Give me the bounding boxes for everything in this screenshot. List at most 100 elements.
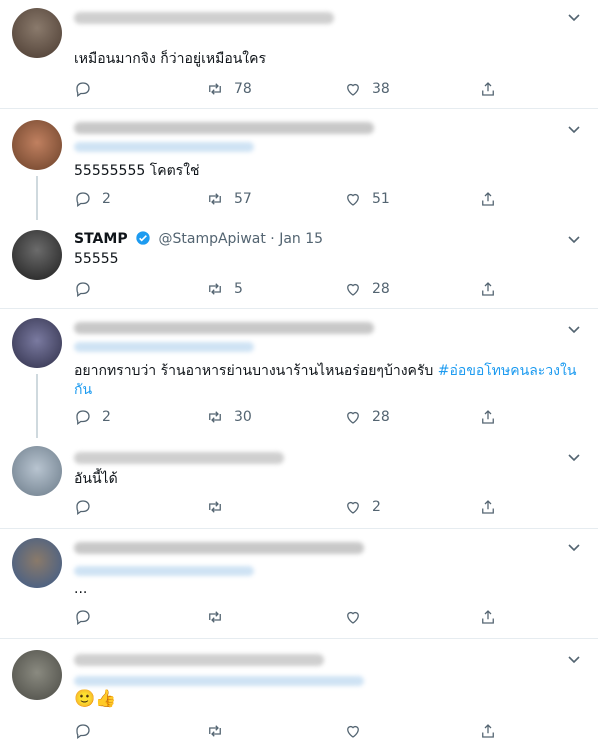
heart-icon: [347, 725, 359, 738]
display-name[interactable]: STAMP: [74, 231, 128, 247]
tweet-6[interactable]: ...: [0, 528, 598, 639]
retweet-button[interactable]: 5: [206, 280, 243, 298]
like-count: 2: [372, 499, 381, 515]
blurred-header: [74, 12, 334, 24]
avatar[interactable]: [12, 230, 62, 280]
share-button[interactable]: [479, 722, 497, 740]
hashtag-link[interactable]: #อ่อขอโทษคนละวงใน: [438, 363, 577, 379]
blurred-header: [74, 542, 364, 554]
tweet-text: 55555: [74, 251, 119, 267]
tweet-5[interactable]: อันนี้ได้ 2: [0, 438, 598, 529]
tweet-3[interactable]: STAMP @StampApiwat · Jan 15 55555 5 28: [0, 220, 598, 309]
reply-button[interactable]: [74, 722, 102, 740]
user-handle[interactable]: @StampApiwat: [158, 231, 265, 247]
blurred-subheader: [74, 142, 254, 152]
heart-icon: [347, 411, 359, 424]
chevron-down-icon[interactable]: [568, 544, 580, 552]
share-icon: [482, 282, 494, 296]
retweet-count: 57: [234, 191, 252, 207]
tweet-4[interactable]: อยากทราบว่า ร้านอาหารย่านบางนาร้านไหนอร่…: [0, 308, 598, 438]
like-button[interactable]: 51: [344, 190, 390, 208]
heart-icon: [347, 611, 359, 624]
share-button[interactable]: [479, 280, 497, 298]
reply-button[interactable]: [74, 608, 102, 626]
reply-button[interactable]: [74, 498, 102, 516]
tweet-2[interactable]: 55555555 โคตรใช่ 2 57 51: [0, 108, 598, 220]
retweet-button[interactable]: [206, 722, 234, 740]
retweet-count: 30: [234, 409, 252, 425]
share-button[interactable]: [479, 80, 497, 98]
heart-icon: [347, 283, 359, 296]
tweet-7[interactable]: 🙂👍: [0, 638, 598, 752]
chevron-down-icon[interactable]: [568, 326, 580, 334]
reply-icon: [76, 500, 90, 516]
retweet-button[interactable]: 30: [206, 408, 252, 426]
blurred-subheader: [74, 676, 364, 686]
like-button[interactable]: 38: [344, 80, 390, 98]
share-icon: [482, 724, 494, 738]
avatar[interactable]: [12, 538, 62, 588]
like-button[interactable]: 28: [344, 408, 390, 426]
chevron-down-icon[interactable]: [568, 454, 580, 462]
tweet-text-plain: อยากทราบว่า ร้านอาหารย่านบางนาร้านไหนอร่…: [74, 363, 438, 379]
share-button[interactable]: [479, 408, 497, 426]
reply-button[interactable]: 2: [74, 408, 111, 426]
tweet-date[interactable]: · Jan 15: [270, 231, 323, 247]
tweet-text-emoji: 🙂👍: [74, 689, 117, 709]
retweet-button[interactable]: [206, 608, 234, 626]
avatar[interactable]: [12, 446, 62, 496]
reply-button[interactable]: [74, 80, 102, 98]
share-icon: [482, 82, 494, 96]
hashtag-link-continued[interactable]: กัน: [74, 381, 92, 400]
retweet-icon: [209, 611, 221, 623]
tweet-text: 55555555 โคตรใช่: [74, 163, 200, 179]
chevron-down-icon[interactable]: [568, 126, 580, 134]
like-button[interactable]: 2: [344, 498, 381, 516]
retweet-button[interactable]: 78: [206, 80, 252, 98]
like-button[interactable]: [344, 608, 372, 626]
tweet-header: STAMP @StampApiwat · Jan 15: [74, 230, 323, 249]
avatar[interactable]: [12, 650, 62, 700]
reply-count: 2: [102, 409, 111, 425]
retweet-icon: [209, 501, 221, 513]
chevron-down-icon[interactable]: [568, 656, 580, 664]
thread-line: [36, 374, 38, 438]
share-icon: [482, 500, 494, 514]
blurred-header: [74, 322, 374, 334]
heart-icon: [347, 193, 359, 206]
like-button[interactable]: [344, 722, 372, 740]
tweet-actions: 2: [74, 498, 504, 518]
tweet-1[interactable]: เหมือนมากจิง ก็ว่าอยู่เหมือนใคร 78 38: [0, 0, 598, 109]
like-count: 28: [372, 409, 390, 425]
like-count: 38: [372, 81, 390, 97]
share-button[interactable]: [479, 608, 497, 626]
reply-icon: [76, 410, 90, 426]
tweet-actions: 2 57 51: [74, 190, 504, 210]
avatar[interactable]: [12, 120, 62, 170]
thread-line: [36, 176, 38, 220]
retweet-button[interactable]: 57: [206, 190, 252, 208]
like-button[interactable]: 28: [344, 280, 390, 298]
heart-icon: [347, 83, 359, 96]
reply-icon: [76, 610, 90, 626]
tweet-text: อยากทราบว่า ร้านอาหารย่านบางนาร้านไหนอร่…: [74, 362, 576, 381]
share-icon: [482, 192, 494, 206]
reply-icon: [76, 192, 90, 208]
retweet-button[interactable]: [206, 498, 234, 516]
avatar[interactable]: [12, 8, 62, 58]
retweet-count: 5: [234, 281, 243, 297]
share-icon: [482, 410, 494, 424]
share-button[interactable]: [479, 498, 497, 516]
reply-button[interactable]: [74, 280, 102, 298]
retweet-icon: [209, 83, 221, 95]
share-button[interactable]: [479, 190, 497, 208]
reply-icon: [76, 724, 90, 740]
blurred-header: [74, 122, 374, 134]
chevron-down-icon[interactable]: [568, 236, 580, 244]
chevron-down-icon[interactable]: [568, 14, 580, 22]
reply-button[interactable]: 2: [74, 190, 111, 208]
tweet-actions: [74, 722, 504, 742]
retweet-icon: [209, 725, 221, 737]
avatar[interactable]: [12, 318, 62, 368]
tweet-text: เหมือนมากจิง ก็ว่าอยู่เหมือนใคร: [74, 51, 267, 67]
